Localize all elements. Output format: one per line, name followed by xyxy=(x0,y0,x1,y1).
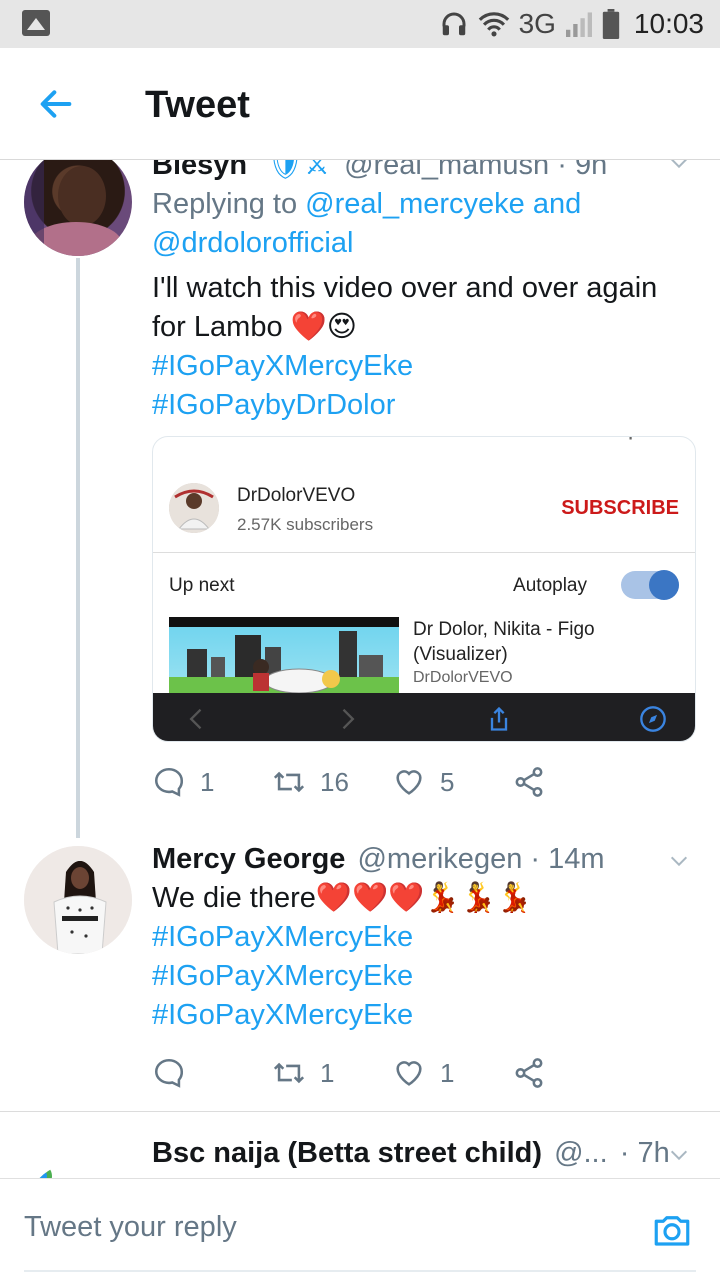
badge-icons: 🛡⚔ xyxy=(267,160,330,181)
tweet-content: Blesyn 🛡⚔ @real_mamush · 9h Replying to … xyxy=(152,160,692,425)
hashtag-link[interactable]: #IGoPayXMercyEke xyxy=(152,957,692,996)
autoplay-label: Autoplay xyxy=(513,575,587,596)
reply-icon xyxy=(154,1058,184,1088)
tweet-actions: 1 1 xyxy=(152,1053,632,1093)
reply-underline xyxy=(24,1270,696,1272)
tweet-time: · 7h xyxy=(619,1137,670,1169)
thread-line xyxy=(76,258,80,838)
video-thumbnail[interactable] xyxy=(169,617,399,697)
mention-link[interactable]: @real_mercyeke and xyxy=(305,188,581,220)
share-nodes-icon xyxy=(515,1058,543,1088)
hashtag-link[interactable]: #IGoPaybyDrDolor xyxy=(152,386,692,425)
tweet-item[interactable]: Bsc naija (Betta street child) @... · 7h xyxy=(0,1112,720,1178)
tweet-text: We die there❤️❤️❤️💃💃💃 xyxy=(152,882,533,914)
retweet-icon xyxy=(273,771,305,793)
mention-link[interactable]: @drdolorofficial xyxy=(152,224,692,263)
dislike-count[interactable]: 2 xyxy=(292,437,301,449)
channel-avatar[interactable] xyxy=(169,483,219,533)
tweet-item[interactable]: Mercy George @merikegen · 14m We die the… xyxy=(0,836,720,1110)
browser-forward-icon[interactable] xyxy=(333,705,361,733)
channel-name[interactable]: DrDolorVEVO xyxy=(237,485,355,507)
avatar[interactable] xyxy=(24,1162,132,1178)
video-title[interactable]: Dr Dolor, Nikita - Figo (Visualizer) xyxy=(413,617,683,667)
heart-icon xyxy=(396,1061,422,1086)
reply-icon xyxy=(154,767,184,797)
browser-toolbar xyxy=(153,693,695,741)
tweet-item[interactable]: Blesyn 🛡⚔ @real_mamush · 9h Replying to … xyxy=(0,160,720,838)
share-icon[interactable] xyxy=(485,705,513,733)
like-count[interactable]: 188 xyxy=(190,437,217,449)
hashtag-link[interactable]: #IGoPayXMercyEke xyxy=(152,996,692,1035)
autoplay-toggle[interactable] xyxy=(621,570,679,600)
tweet-header: Blesyn 🛡⚔ @real_mamush · 9h xyxy=(152,160,692,185)
like-count: 1 xyxy=(440,1057,455,1088)
save-action[interactable]: Save xyxy=(496,437,533,449)
tweet-text: for Lambo ❤️😍 xyxy=(152,311,357,343)
chevron-down-icon[interactable] xyxy=(668,160,690,174)
replying-to: Replying to @real_mercyeke and xyxy=(152,185,692,224)
share-button[interactable] xyxy=(512,1056,632,1090)
report-action[interactable]: Report xyxy=(608,437,660,449)
app-bar: Tweet xyxy=(0,48,720,160)
back-arrow-icon[interactable] xyxy=(36,84,76,124)
retweet-button[interactable]: 1 xyxy=(272,1056,392,1090)
reply-composer: Tweet your reply xyxy=(0,1178,720,1280)
author-name[interactable]: Mercy George xyxy=(152,843,345,875)
avatar[interactable] xyxy=(24,846,132,954)
retweet-icon xyxy=(273,1062,305,1084)
chevron-down-icon[interactable] xyxy=(668,850,690,872)
author-handle[interactable]: @merikegen xyxy=(357,843,522,875)
heart-icon xyxy=(396,770,422,795)
subscriber-count: 2.57K subscribers xyxy=(237,515,374,534)
hashtag-link[interactable]: #IGoPayXMercyEke xyxy=(152,347,692,386)
wifi-icon xyxy=(478,12,509,37)
share-action[interactable]: Share xyxy=(376,437,420,449)
image-icon xyxy=(22,10,50,36)
reply-input[interactable]: Tweet your reply xyxy=(24,1211,237,1244)
up-next-label: Up next xyxy=(169,575,235,596)
camera-icon[interactable] xyxy=(650,1209,694,1251)
video-actions: 188 2 Share Save Report xyxy=(153,437,695,449)
network-type: 3G xyxy=(518,8,556,39)
browser-back-icon[interactable] xyxy=(183,705,211,733)
retweet-count: 1 xyxy=(320,1057,335,1088)
subscribe-button[interactable]: SUBSCRIBE xyxy=(561,497,679,520)
share-button[interactable] xyxy=(512,765,632,799)
page-title: Tweet xyxy=(145,84,250,126)
like-count: 5 xyxy=(440,766,455,797)
signal-icon xyxy=(565,12,592,37)
video-channel: DrDolorVEVO xyxy=(413,669,513,686)
chevron-down-icon[interactable] xyxy=(668,1144,690,1166)
tweet-time: · 14m xyxy=(530,843,605,875)
share-nodes-icon xyxy=(515,767,543,797)
like-button[interactable]: 1 xyxy=(392,1056,512,1090)
tweet-content: Bsc naija (Betta street child) @... · 7h xyxy=(152,1134,692,1173)
reply-button[interactable]: 1 xyxy=(152,765,272,799)
tweet-content: Mercy George @merikegen · 14m We die the… xyxy=(152,840,692,1035)
reply-count: 1 xyxy=(200,766,215,797)
tweet-thread[interactable]: Blesyn 🛡⚔ @real_mamush · 9h Replying to … xyxy=(0,160,720,1178)
author-handle[interactable]: @real_mamush xyxy=(344,160,549,181)
tweet-time: · 9h xyxy=(557,160,608,181)
tweet-text: I'll watch this video over and over agai… xyxy=(152,272,658,304)
hashtag-link[interactable]: #IGoPayXMercyEke xyxy=(152,918,692,957)
headphones-icon xyxy=(442,12,466,36)
author-handle[interactable]: @... xyxy=(554,1137,608,1169)
tweet-actions: 1 16 5 xyxy=(152,762,632,802)
clock: 10:03 xyxy=(633,8,704,39)
retweet-count: 16 xyxy=(320,766,349,797)
embedded-video-card[interactable]: 188 2 Share Save Report DrDolorVEVO 2.57… xyxy=(152,436,696,742)
retweet-button[interactable]: 16 xyxy=(272,765,392,799)
tweet-header: Mercy George @merikegen · 14m xyxy=(152,840,692,879)
replying-prefix: Replying to xyxy=(152,188,298,220)
like-button[interactable]: 5 xyxy=(392,765,512,799)
reply-button[interactable] xyxy=(152,1056,272,1090)
author-name[interactable]: Bsc naija (Betta street child) xyxy=(152,1137,542,1169)
compass-icon[interactable] xyxy=(639,705,667,733)
battery-icon xyxy=(602,9,620,39)
channel-row: DrDolorVEVO 2.57K subscribers SUBSCRIBE xyxy=(153,459,695,553)
author-name[interactable]: Blesyn xyxy=(152,160,247,181)
status-bar: 3G 10:03 xyxy=(0,0,720,48)
avatar[interactable] xyxy=(24,160,132,256)
